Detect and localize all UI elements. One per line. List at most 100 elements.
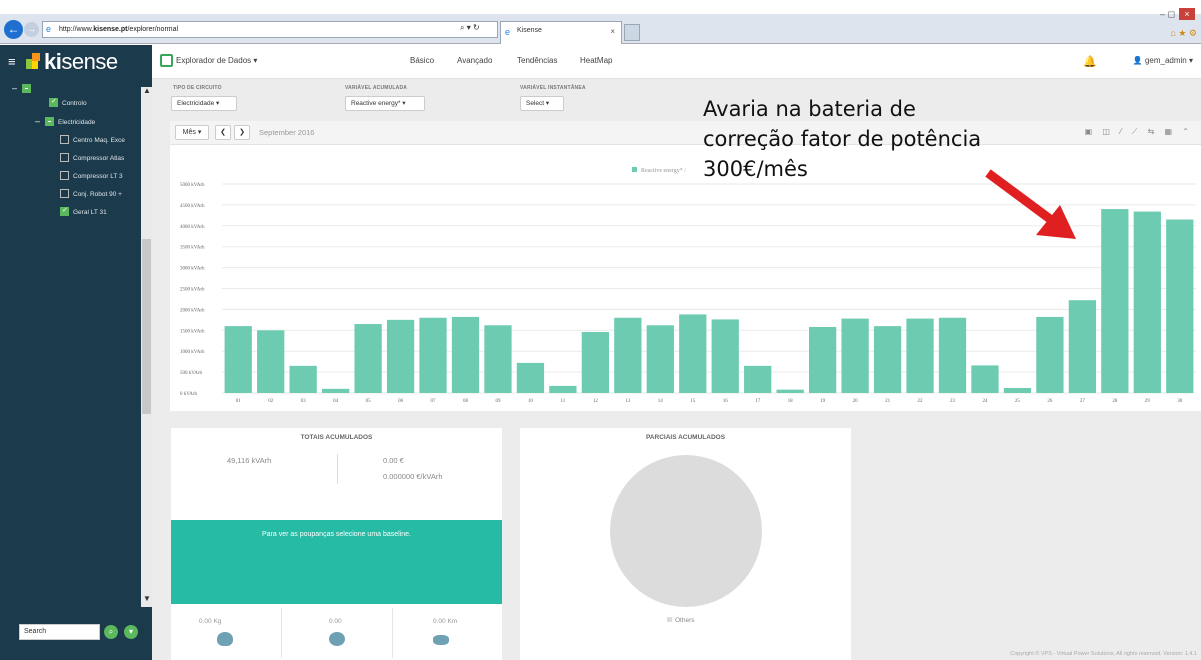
filter-icon[interactable]: ▾ bbox=[124, 625, 138, 639]
bar-26 bbox=[1036, 316, 1064, 393]
bar-24 bbox=[971, 365, 999, 393]
total-eur: 0.00 € bbox=[383, 456, 404, 465]
tab-basico[interactable]: Básico bbox=[410, 56, 434, 65]
next-period-icon[interactable]: ❯ bbox=[234, 125, 250, 140]
x-tick-label: 07 bbox=[431, 399, 437, 404]
collapse-icon[interactable]: – bbox=[35, 115, 42, 127]
back-arrow-icon[interactable]: ← bbox=[4, 20, 23, 39]
address-controls[interactable]: ⌕ ▾ ↻ bbox=[460, 23, 480, 33]
inst-var-select[interactable]: Select ▾ bbox=[520, 96, 564, 111]
tab-heatmap[interactable]: HeatMap bbox=[580, 56, 612, 65]
explorer-menu[interactable]: Explorador de Dados ▾ bbox=[176, 56, 257, 65]
bar-14 bbox=[646, 325, 674, 393]
checkbox-root[interactable] bbox=[22, 83, 31, 93]
x-tick-label: 30 bbox=[1177, 399, 1183, 404]
tree-label: Controlo bbox=[62, 100, 87, 107]
tree-label: Conj. Robot 90 + bbox=[73, 191, 122, 198]
y-tick-label: 4000 kVArh bbox=[180, 225, 205, 230]
scroll-thumb[interactable] bbox=[142, 239, 151, 414]
pie-legend: Others bbox=[667, 617, 695, 624]
bar-16 bbox=[711, 319, 739, 393]
bell-icon[interactable]: 🔔 bbox=[1083, 55, 1097, 68]
bar-25 bbox=[1003, 387, 1032, 393]
bar-11 bbox=[549, 385, 577, 393]
checkbox-controlo[interactable] bbox=[49, 96, 58, 108]
window-close-icon[interactable]: × bbox=[1179, 8, 1195, 20]
y-tick-label: 5000 kVArh bbox=[180, 183, 205, 188]
tree-label: Compressor Atlas bbox=[73, 155, 125, 162]
x-tick-label: 28 bbox=[1112, 399, 1118, 404]
scroll-up-icon[interactable]: ▲ bbox=[143, 86, 151, 95]
tree-item-compressor-lt3[interactable]: Compressor LT 3 bbox=[60, 170, 123, 183]
x-tick-label: 06 bbox=[398, 399, 404, 404]
sidebar-search-input[interactable]: Search bbox=[19, 624, 100, 640]
x-tick-label: 02 bbox=[268, 399, 274, 404]
forward-arrow-icon[interactable]: → bbox=[24, 22, 39, 37]
tree-label: Compressor LT 3 bbox=[73, 173, 123, 180]
bar-13 bbox=[614, 317, 642, 393]
x-tick-label: 05 bbox=[366, 399, 372, 404]
variable-controls: TIPO DE CIRCUITO Electricidade ▾ VARIÁVE… bbox=[170, 80, 1201, 120]
tree-item-conj-robot[interactable]: Conj. Robot 90 + bbox=[60, 188, 122, 201]
sidebar-scrollbar[interactable] bbox=[141, 87, 152, 607]
tab-avancado[interactable]: Avançado bbox=[457, 56, 492, 65]
checkbox-compressor-lt3[interactable] bbox=[60, 170, 69, 180]
window-controls[interactable]: – ◻ × bbox=[1160, 8, 1195, 20]
tree-item-electricidade[interactable]: – Electricidade bbox=[35, 115, 95, 127]
tree-label: Electricidade bbox=[58, 119, 96, 126]
period-select[interactable]: Mês ▾ bbox=[175, 125, 209, 140]
address-bar[interactable]: e http://www.kisense.pt/explorer/normal bbox=[42, 21, 498, 38]
total-kvarh: 49,116 kVArh bbox=[227, 456, 272, 465]
browser-home-favorites-settings-icons[interactable]: ⌂ ★ ⚙ bbox=[1170, 28, 1197, 39]
checkbox-geral-lt31[interactable] bbox=[60, 205, 69, 217]
y-tick-label: 500 kVArh bbox=[180, 371, 202, 376]
tree-item-centro-maq[interactable]: Centro Maq. Exce bbox=[60, 134, 125, 147]
app-header: Explorador de Dados ▾ Básico Avançado Te… bbox=[152, 45, 1201, 79]
window-min-max[interactable]: – ◻ bbox=[1160, 9, 1175, 19]
x-tick-label: 24 bbox=[982, 399, 988, 404]
tab-close-icon[interactable]: × bbox=[610, 27, 615, 36]
url-prefix: http://www. bbox=[59, 26, 94, 33]
tree-item-compressor-atlas[interactable]: Compressor Atlas bbox=[60, 152, 125, 165]
inst-var-label: VARIÁVEL INSTANTÂNEA bbox=[520, 85, 586, 91]
tree-item-geral-lt31[interactable]: Geral LT 31 bbox=[60, 205, 107, 219]
acc-var-select[interactable]: Reactive energy* ▾ bbox=[345, 96, 425, 111]
bar-28 bbox=[1101, 209, 1129, 393]
scroll-down-icon[interactable]: ▼ bbox=[143, 594, 151, 603]
x-tick-label: 18 bbox=[788, 399, 794, 404]
prev-period-icon[interactable]: ❮ bbox=[215, 125, 231, 140]
x-tick-label: 11 bbox=[560, 399, 565, 404]
bar-08 bbox=[451, 316, 480, 393]
checkbox-compressor-atlas[interactable] bbox=[60, 152, 69, 162]
cloud-co2-icon bbox=[217, 632, 233, 646]
x-tick-label: 29 bbox=[1145, 399, 1151, 404]
menu-icon[interactable]: ≡ bbox=[8, 54, 16, 69]
red-arrow-icon bbox=[985, 169, 1076, 239]
x-tick-label: 20 bbox=[853, 399, 859, 404]
partials-panel: PARCIAIS ACUMULADOS Others bbox=[520, 428, 851, 660]
x-tick-label: 17 bbox=[755, 399, 761, 404]
tab-title: Kisense bbox=[517, 27, 542, 34]
chart-type-icons[interactable]: ▣ ◫ ⁄ ⟋ ⇆ ▦ ⌃ bbox=[1085, 127, 1193, 137]
tab-tendencias[interactable]: Tendências bbox=[517, 56, 557, 65]
legend-swatch bbox=[632, 167, 637, 172]
x-tick-label: 01 bbox=[236, 399, 242, 404]
checkbox-electricidade[interactable] bbox=[45, 116, 54, 126]
new-tab-button[interactable] bbox=[624, 24, 640, 41]
bar-20 bbox=[841, 318, 869, 393]
circuit-type-select[interactable]: Electricidade ▾ bbox=[171, 96, 237, 111]
search-icon[interactable]: ⌕ bbox=[104, 625, 118, 639]
user-menu[interactable]: 👤 gem_admin ▾ bbox=[1133, 56, 1193, 65]
annotation-line-2: correção fator de potência bbox=[703, 127, 982, 151]
x-tick-label: 13 bbox=[625, 399, 631, 404]
bar-02 bbox=[257, 330, 285, 393]
bar-30 bbox=[1166, 219, 1194, 393]
tree-item-controlo[interactable]: Controlo bbox=[49, 96, 87, 110]
collapse-icon[interactable]: – bbox=[12, 82, 19, 94]
checkbox-conj-robot[interactable] bbox=[60, 188, 69, 198]
tree-root[interactable]: – bbox=[12, 82, 35, 94]
checkbox-centro-maq[interactable] bbox=[60, 134, 69, 144]
divider bbox=[281, 608, 282, 658]
total-eur-per-kvarh: 0.000000 €/kVArh bbox=[383, 472, 443, 481]
browser-tab-kisense[interactable]: e Kisense × bbox=[500, 21, 622, 44]
